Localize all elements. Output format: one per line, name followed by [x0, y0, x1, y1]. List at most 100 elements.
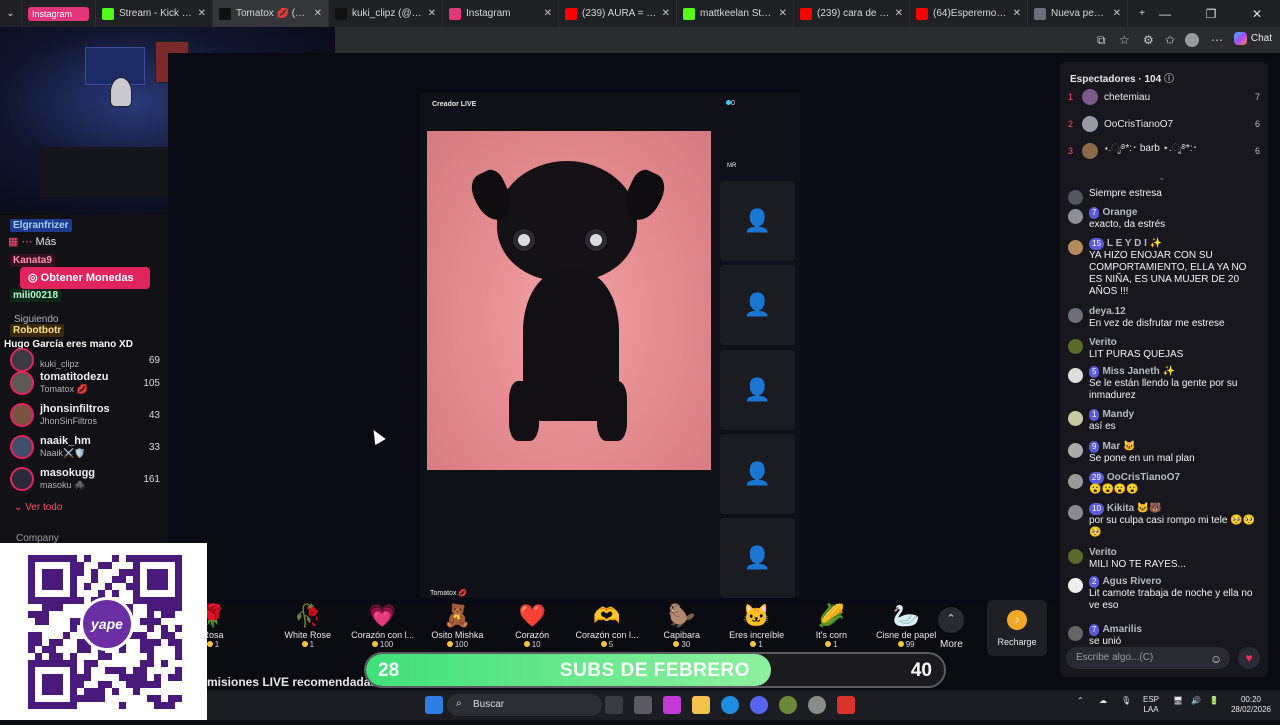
close-window-button[interactable]: ✕: [1234, 0, 1280, 27]
gift-item[interactable]: 💗 Corazón con l... 100: [346, 600, 420, 656]
gift-item[interactable]: ❤️ Corazón 10: [495, 600, 569, 656]
tab-title: Nueva pestaña: [1051, 8, 1108, 19]
following-item-jhonsinfiltros[interactable]: jhonsinfiltros JhonSinFiltros 43: [10, 400, 160, 430]
chat-username[interactable]: Verito: [1089, 337, 1117, 348]
close-tab-icon[interactable]: ✕: [895, 8, 903, 19]
app-icon[interactable]: [779, 696, 797, 714]
file-explorer-icon[interactable]: [692, 696, 710, 714]
discord-icon[interactable]: [750, 696, 768, 714]
gift-item[interactable]: 🌽 It's corn 1: [794, 600, 868, 656]
gift-icon: 🌽: [817, 603, 846, 628]
guest-slot[interactable]: 👤: [720, 181, 795, 261]
volume-icon[interactable]: 🔊: [1191, 696, 1201, 706]
language-indicator[interactable]: ESP LAA: [1143, 695, 1159, 715]
close-tab-icon[interactable]: ✕: [1013, 8, 1021, 19]
tab-list-button[interactable]: ⌄: [0, 0, 22, 27]
close-tab-icon[interactable]: ✕: [314, 8, 322, 19]
close-tab-icon[interactable]: ✕: [544, 8, 552, 19]
close-tab-icon[interactable]: ✕: [428, 8, 436, 19]
chat-username[interactable]: Agus Rivero: [1102, 576, 1161, 587]
chat-username[interactable]: OoCrisTianoO7: [1107, 472, 1180, 483]
edge-icon[interactable]: [721, 696, 739, 714]
browser-tab[interactable]: Tomatox 💋 (@tomatox) ✕: [213, 0, 329, 27]
expand-chevron-icon[interactable]: ⌄: [1158, 172, 1166, 183]
favorites-bar-icon[interactable]: ✩: [1165, 33, 1175, 47]
chat-username[interactable]: Kikita 🐱🐻: [1107, 503, 1162, 514]
browser-tab[interactable]: (64)Esperemos que se ✕: [910, 0, 1028, 27]
guest-slot[interactable]: 👤: [720, 350, 795, 430]
browser-tab[interactable]: (239) AURA = ∞ | 1 H ✕: [559, 0, 677, 27]
gift-item[interactable]: 🦢 Cisne de papel 99: [869, 600, 943, 656]
top-viewer-row[interactable]: 2 OoCrisTianoO7 6: [1068, 114, 1260, 134]
gift-item[interactable]: 🐱 Eres increíble 1: [720, 600, 794, 656]
browser-tab[interactable]: kuki_clipz (@kuki_clipz) ✕: [329, 0, 443, 27]
copilot-app-icon[interactable]: [663, 696, 681, 714]
gift-item[interactable]: 🥀 White Rose 1: [271, 600, 345, 656]
get-coins-button[interactable]: ◎ Obtener Monedas: [20, 267, 150, 289]
clock[interactable]: 00:20 28/02/2026: [1229, 695, 1273, 715]
chat-username[interactable]: Orange: [1102, 207, 1137, 218]
chat-username[interactable]: Verito: [1089, 547, 1117, 558]
maximize-button[interactable]: ❐: [1188, 0, 1234, 27]
profile-icon[interactable]: [1185, 33, 1199, 47]
chat-username[interactable]: Miss Janeth ✨: [1102, 366, 1174, 377]
following-item-naaik-hm[interactable]: naaik_hm Naaik⚔️🛡️ 33: [10, 432, 160, 462]
info-icon[interactable]: ⓘ: [1164, 74, 1174, 85]
extensions-icon[interactable]: ⚙: [1143, 33, 1154, 47]
close-tab-icon[interactable]: ✕: [779, 8, 787, 19]
cloud-icon[interactable]: ☁: [1099, 696, 1107, 706]
chat-username[interactable]: L E Y D I ✨: [1107, 238, 1162, 249]
browser-tab[interactable]: Instagram ✕: [443, 0, 559, 27]
browser-tab[interactable]: mattkeelan Stream - V ✕: [677, 0, 794, 27]
task-view-icon[interactable]: [605, 696, 623, 714]
guest-slot[interactable]: 👤: [720, 434, 795, 514]
mic-icon[interactable]: 🎙: [1121, 696, 1131, 706]
chat-text: LIT PURAS QUEJAS: [1089, 349, 1184, 360]
close-tab-icon[interactable]: ✕: [198, 8, 206, 19]
gift-scroll-up-button[interactable]: ⌃: [938, 607, 964, 633]
tiktok-studio-icon[interactable]: [837, 696, 855, 714]
favorite-icon[interactable]: ☆: [1119, 33, 1130, 47]
top-viewer-row[interactable]: 1 chetemiau 7: [1068, 87, 1260, 107]
chat-username[interactable]: Mandy: [1102, 409, 1134, 420]
gift-item[interactable]: 🫶 Corazón con l... 5: [570, 600, 644, 656]
chat-username[interactable]: Mar 🐱: [1102, 441, 1135, 452]
chat-username[interactable]: deya.12: [1089, 306, 1126, 317]
taskbar-search[interactable]: ⌕ Buscar: [447, 694, 602, 716]
copilot-chat-button[interactable]: Chat: [1233, 32, 1272, 45]
qr-module: [147, 639, 154, 646]
like-button[interactable]: ♥: [1238, 647, 1260, 669]
close-tab-icon[interactable]: ✕: [1113, 8, 1121, 19]
following-item-tomatitodezu[interactable]: tomatitodezu Tomatox 💋 105: [10, 368, 160, 398]
gift-item[interactable]: 🧸 Osito Mishka 100: [420, 600, 494, 656]
avatar: [1068, 209, 1083, 224]
chat-username[interactable]: Amarilis: [1102, 624, 1141, 635]
obs-icon[interactable]: [808, 696, 826, 714]
browser-tab[interactable]: Stream - Kick Dashboard ✕: [96, 0, 213, 27]
app-icon[interactable]: [634, 696, 652, 714]
see-all-link[interactable]: ⌄ Ver todo: [14, 502, 62, 513]
minimize-button[interactable]: —: [1142, 0, 1188, 27]
more-menu-icon[interactable]: ⋯: [1211, 33, 1223, 47]
browser-tab[interactable]: (239) cara de payaso ✕: [794, 0, 910, 27]
tray-up-icon[interactable]: ⌃: [1077, 696, 1084, 706]
chat-input[interactable]: Escribe algo...(C): [1066, 647, 1230, 669]
more-menu[interactable]: ▦ ⋯ Más: [8, 235, 56, 248]
qr-module: [91, 569, 98, 576]
battery-icon[interactable]: 🔋: [1209, 696, 1219, 706]
browser-tab[interactable]: Nueva pestaña ✕: [1028, 0, 1128, 27]
following-item-masokugg[interactable]: masokugg masoku 🕷️ 161: [10, 464, 160, 494]
emoji-icon[interactable]: ☺: [1210, 652, 1222, 666]
gift-more-label[interactable]: More: [940, 639, 963, 650]
close-tab-icon[interactable]: ✕: [662, 8, 670, 19]
qr-module: [112, 555, 119, 562]
network-icon[interactable]: 🖥: [1173, 696, 1183, 706]
guest-slot[interactable]: 👤: [720, 265, 795, 345]
gift-item[interactable]: 🦫 Capibara 30: [645, 600, 719, 656]
start-icon[interactable]: [425, 696, 443, 714]
guest-slot[interactable]: 👤: [720, 518, 795, 598]
top-viewer-row[interactable]: 3 ⋆.ೃ࿔*:･ barb ⋆.ೃ࿔*:･ 6: [1068, 141, 1260, 161]
recharge-button[interactable]: ♪ Recharge: [987, 600, 1047, 656]
install-app-icon[interactable]: ⧉: [1097, 33, 1106, 48]
browser-tab[interactable]: Instagram: [22, 0, 96, 27]
